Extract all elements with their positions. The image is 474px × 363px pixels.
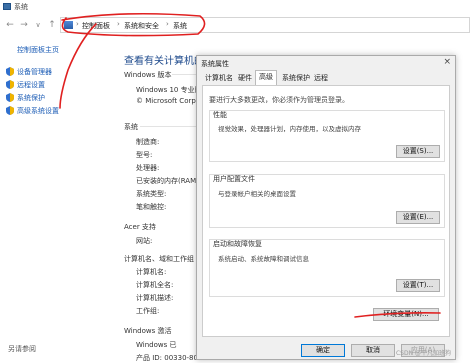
advanced-tab-panel: 要进行大多数更改，你必须作为管理员登录。 性能 视觉效果，处理器计划，内存使用，…	[202, 85, 450, 337]
sidebar-item-advanced-system-settings[interactable]: 高级系统设置	[17, 106, 59, 116]
startup-recovery-label: 启动和故障恢复	[213, 240, 262, 248]
control-panel-home-link[interactable]: 控制面板主页	[17, 45, 59, 55]
address-bar[interactable]: › 控制面板 › 系统和安全 › 系统	[60, 17, 470, 33]
system-properties-dialog: 系统属性 × 计算机名 硬件 高级 系统保护 远程 要进行大多数更改，你必须作为…	[196, 55, 456, 360]
ok-button[interactable]: 确定	[301, 344, 345, 357]
admin-note: 要进行大多数更改，你必须作为管理员登录。	[209, 96, 349, 104]
computer-field-label: 工作组:	[136, 307, 160, 315]
environment-variables-button[interactable]: 环境变量(N)...	[373, 308, 439, 321]
tab-remote[interactable]: 远程	[311, 72, 331, 84]
window-title: 系统	[14, 3, 28, 11]
user-profile-group: 用户配置文件 与登录帐户相关的桌面设置 设置(E)...	[209, 174, 445, 228]
support-field-label: 网站:	[136, 237, 153, 245]
breadcrumb-separator-icon: ›	[117, 20, 120, 28]
divider	[172, 74, 196, 75]
watermark: CSDN @平凡加班狗	[395, 350, 451, 357]
system-field-label: 已安装的内存(RAM)	[136, 177, 199, 185]
computer-field-label: 计算机全名:	[136, 281, 174, 289]
recent-chevron-icon[interactable]: ∨	[32, 18, 44, 32]
shield-icon	[6, 80, 14, 89]
system-field-label: 系统类型:	[136, 190, 167, 198]
divider	[140, 126, 196, 127]
performance-description: 视觉效果，处理器计划，内存使用，以及虚拟内存	[218, 125, 361, 133]
cancel-button[interactable]: 取消	[351, 344, 395, 357]
sidebar-item-device-manager[interactable]: 设备管理器	[17, 67, 52, 77]
tab-system-protection[interactable]: 系统保护	[279, 72, 313, 84]
user-profile-settings-button[interactable]: 设置(E)...	[396, 211, 440, 224]
arrow-stroke	[59, 23, 97, 109]
computer-section-label: 计算机名、域和工作组	[124, 255, 194, 263]
startup-recovery-description: 系统启动、系统故障和调试信息	[218, 255, 309, 263]
shield-icon	[6, 106, 14, 115]
breadcrumb-system-security[interactable]: 系统和安全	[124, 21, 159, 31]
system-app-icon	[3, 3, 11, 10]
windows-edition-value: Windows 10 专业版	[136, 86, 202, 94]
user-profile-description: 与登录帐户相关的桌面设置	[218, 190, 296, 198]
system-field-label: 制造商:	[136, 138, 160, 146]
performance-group: 性能 视觉效果，处理器计划，内存使用，以及虚拟内存 设置(S)...	[209, 110, 445, 162]
system-field-label: 型号:	[136, 151, 153, 159]
shield-icon	[6, 67, 14, 76]
see-also-label: 另请参阅	[8, 345, 36, 353]
breadcrumb-separator-icon: ›	[76, 20, 79, 28]
breadcrumb-system[interactable]: 系统	[173, 21, 187, 31]
control-panel-icon	[64, 21, 73, 29]
up-arrow-icon[interactable]: ↑	[46, 18, 58, 32]
sidebar-item-system-protection[interactable]: 系统保护	[17, 93, 45, 103]
system-field-label: 笔和触控:	[136, 203, 167, 211]
startup-recovery-settings-button[interactable]: 设置(T)...	[396, 279, 440, 292]
dialog-title: 系统属性	[201, 60, 229, 68]
system-field-label: 处理器:	[136, 164, 160, 172]
computer-field-label: 计算机名:	[136, 268, 167, 276]
back-arrow-icon[interactable]: ←	[4, 18, 16, 32]
sidebar-item-remote-settings[interactable]: 远程设置	[17, 80, 45, 90]
tab-computer-name[interactable]: 计算机名	[202, 72, 236, 84]
close-icon[interactable]: ×	[443, 57, 451, 67]
tab-advanced[interactable]: 高级	[255, 70, 277, 86]
tab-hardware[interactable]: 硬件	[235, 72, 255, 84]
product-id: 产品 ID: 00330-801	[136, 354, 203, 362]
forward-arrow-icon[interactable]: →	[18, 18, 30, 32]
title-bar: 系统	[0, 0, 474, 14]
shield-icon	[6, 93, 14, 102]
activation-status: Windows 已	[136, 341, 177, 349]
activation-section-label: Windows 激活	[124, 327, 172, 335]
breadcrumb-separator-icon: ›	[166, 20, 169, 28]
computer-field-label: 计算机描述:	[136, 294, 174, 302]
copyright-text: © Microsoft Corpo	[136, 97, 201, 105]
performance-label: 性能	[213, 111, 227, 119]
user-profile-label: 用户配置文件	[213, 175, 255, 183]
performance-settings-button[interactable]: 设置(S)...	[396, 145, 440, 158]
windows-edition-label: Windows 版本	[124, 71, 172, 79]
startup-recovery-group: 启动和故障恢复 系统启动、系统故障和调试信息 设置(T)...	[209, 239, 445, 297]
system-section-label: 系统	[124, 123, 138, 131]
breadcrumb-control-panel[interactable]: 控制面板	[82, 21, 110, 31]
support-section-label: Acer 支持	[124, 223, 156, 231]
